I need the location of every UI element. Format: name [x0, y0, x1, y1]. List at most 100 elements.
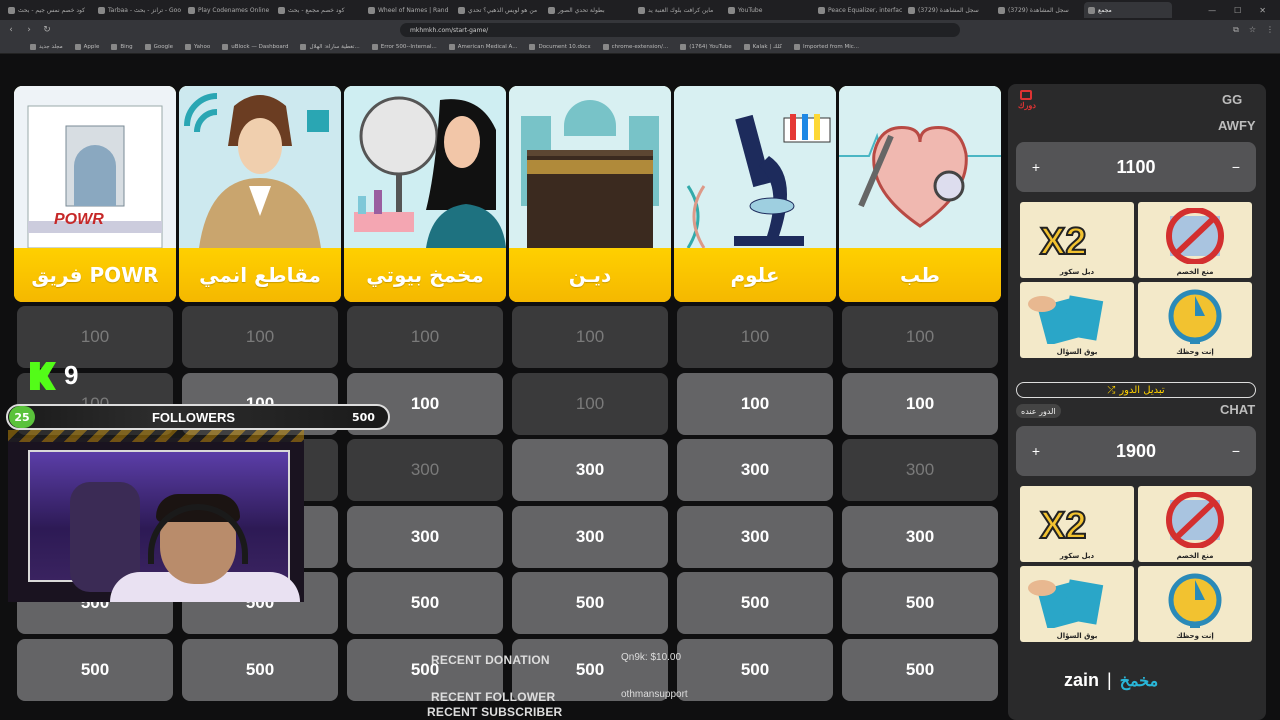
reload-icon[interactable]: ↻: [42, 25, 52, 35]
browser-tab[interactable]: YouTube: [724, 2, 812, 18]
category-card: مخمخ بيوتي: [344, 86, 506, 302]
bookmark-item[interactable]: Imported from Mic...: [794, 43, 859, 50]
question-cell[interactable]: 300: [512, 506, 668, 568]
browser-tab[interactable]: من هو لويس الذهبي؟ تحدي: [454, 2, 542, 18]
minimize-icon[interactable]: —: [1208, 6, 1216, 15]
tab-title: Play Codenames Online: [198, 6, 270, 14]
favicon-icon: [998, 6, 1005, 14]
bookmark-item[interactable]: Kalak | كلك: [743, 43, 782, 50]
question-cell[interactable]: 500: [182, 639, 338, 701]
question-cell: 300: [842, 439, 998, 501]
browser-tab[interactable]: Wheel of Names | Rand: [364, 2, 452, 18]
powerup-card[interactable]: X2 دبل سكور: [1020, 202, 1134, 278]
bookmark-favicon-icon: [448, 43, 455, 50]
bookmark-item[interactable]: Bing: [111, 43, 133, 50]
question-cell: 100: [842, 306, 998, 368]
bookmark-label: Error 500--Internal...: [380, 43, 437, 50]
bookmark-item[interactable]: تغطية ساراة: الهلال...: [300, 43, 360, 50]
question-cell[interactable]: 500: [17, 639, 173, 701]
question-cell[interactable]: 300: [347, 506, 503, 568]
bookmark-item[interactable]: مجلد جديد: [30, 43, 63, 50]
luck-wheel-icon: [1140, 288, 1250, 348]
favicon-icon: [458, 6, 465, 14]
question-cell[interactable]: 500: [842, 639, 998, 701]
favicon-icon: [98, 6, 105, 14]
team1-tag: GG: [1222, 92, 1243, 107]
url-field[interactable]: mkhmkh.com/start-game/: [400, 23, 960, 37]
powerup-card[interactable]: منع الخصم: [1138, 202, 1252, 278]
category-card: POWR فريق POWR: [14, 86, 176, 302]
bookmark-favicon-icon: [602, 43, 609, 50]
question-cell[interactable]: 300: [677, 439, 833, 501]
powerup-label: بوق السؤال: [1056, 348, 1098, 356]
question-cell: 100: [512, 306, 668, 368]
question-cell[interactable]: 300: [842, 506, 998, 568]
bookmark-item[interactable]: Google: [144, 43, 174, 50]
browser-tab[interactable]: بطولة تحدي الصور: [544, 2, 632, 18]
browser-tab[interactable]: كود خصم نمس جيم - بحث: [4, 2, 92, 18]
category-label: فريق POWR: [14, 248, 176, 302]
powerup-card[interactable]: إنت وحظك: [1138, 282, 1252, 358]
team1-minus-button[interactable]: −: [1226, 159, 1246, 175]
bookmark-item[interactable]: Error 500--Internal...: [371, 43, 437, 50]
powerup-card[interactable]: إنت وحظك: [1138, 566, 1252, 642]
bookmark-favicon-icon: [30, 43, 36, 50]
bookmark-label: Google: [153, 43, 174, 50]
question-cell[interactable]: 500: [842, 572, 998, 634]
question-cell[interactable]: 500: [512, 572, 668, 634]
powerup-card[interactable]: منع الخصم: [1138, 486, 1252, 562]
question-cell[interactable]: 300: [677, 506, 833, 568]
powerup-card[interactable]: بوق السؤال: [1020, 282, 1134, 358]
maximize-icon[interactable]: ☐: [1234, 6, 1241, 15]
question-cell: 100: [347, 306, 503, 368]
browser-tab[interactable]: Play Codenames Online: [184, 2, 272, 18]
kick-viewer-count: 9: [64, 360, 79, 390]
extensions-icon[interactable]: ⧉: [1233, 25, 1239, 35]
browser-tab[interactable]: (3729) سجل المشاهدة: [904, 2, 992, 18]
question-cell[interactable]: 500: [677, 639, 833, 701]
category-label: طب: [839, 248, 1001, 302]
team2-minus-button[interactable]: −: [1226, 443, 1246, 459]
bookmark-item[interactable]: chrome-extension/...: [602, 43, 669, 50]
powerup-card[interactable]: بوق السؤال: [1020, 566, 1134, 642]
close-icon[interactable]: ✕: [1259, 6, 1266, 15]
powerup-card[interactable]: X2 دبل سكور: [1020, 486, 1134, 562]
favicon-icon: [188, 6, 195, 14]
address-bar-row: ‹ › ↻ mkhmkh.com/start-game/ ⧉ ☆ ⋮: [0, 20, 1280, 40]
browser-tab[interactable]: ماين كرافت بلوك العنبة يد: [634, 2, 722, 18]
bookmark-favicon-icon: [794, 43, 801, 50]
question-cell[interactable]: 100: [842, 373, 998, 435]
browser-tab[interactable]: Tarbaa - ترانز - بحث - Goo: [94, 2, 182, 18]
browser-tab[interactable]: كود خصم مجمع - بحث: [274, 2, 362, 18]
bookmark-item[interactable]: uBlock — Dashboard: [222, 43, 288, 50]
menu-icon[interactable]: ⋮: [1266, 25, 1274, 35]
question-cell[interactable]: 500: [347, 572, 503, 634]
team1-plus-button[interactable]: +: [1026, 159, 1046, 175]
tab-title: (3729) سجل المشاهدة: [1008, 6, 1069, 14]
browser-tab[interactable]: مجمع: [1084, 2, 1172, 18]
team1-score: 1100: [1116, 156, 1156, 177]
forward-icon[interactable]: ›: [24, 25, 34, 35]
team2-plus-button[interactable]: +: [1026, 443, 1046, 459]
building-icon: POWR: [14, 86, 176, 248]
browser-tab[interactable]: Peace Equalizer, interfac: [814, 2, 902, 18]
bookmark-item[interactable]: Yahoo: [185, 43, 210, 50]
bookmark-item[interactable]: American Medical A...: [448, 43, 517, 50]
bookmark-item[interactable]: Apple: [74, 43, 99, 50]
question-cell[interactable]: 100: [677, 373, 833, 435]
question-cell[interactable]: 500: [677, 572, 833, 634]
bookmark-item[interactable]: Document 10.docx: [529, 43, 591, 50]
bookmark-label: chrome-extension/...: [611, 43, 669, 50]
browser-tab[interactable]: (3729) سجل المشاهدة: [994, 2, 1082, 18]
swap-icon: ⤮: [1107, 384, 1116, 396]
tab-title: من هو لويس الذهبي؟ تحدي: [468, 6, 538, 14]
bookmark-label: Bing: [120, 43, 133, 50]
swap-turn-button[interactable]: ⤮ تبديل الدور: [1016, 382, 1256, 398]
question-cell[interactable]: 300: [512, 439, 668, 501]
team2-score: 1900: [1115, 440, 1157, 461]
browser-tab-bar: كود خصم نمس جيم - بحث Tarbaa - ترانز - بح…: [0, 0, 1280, 20]
powerup-label: منع الخصم: [1176, 268, 1214, 276]
bookmark-star-icon[interactable]: ☆: [1249, 25, 1256, 35]
back-icon[interactable]: ‹: [6, 25, 16, 35]
bookmark-item[interactable]: (1764) YouTube: [680, 43, 732, 50]
